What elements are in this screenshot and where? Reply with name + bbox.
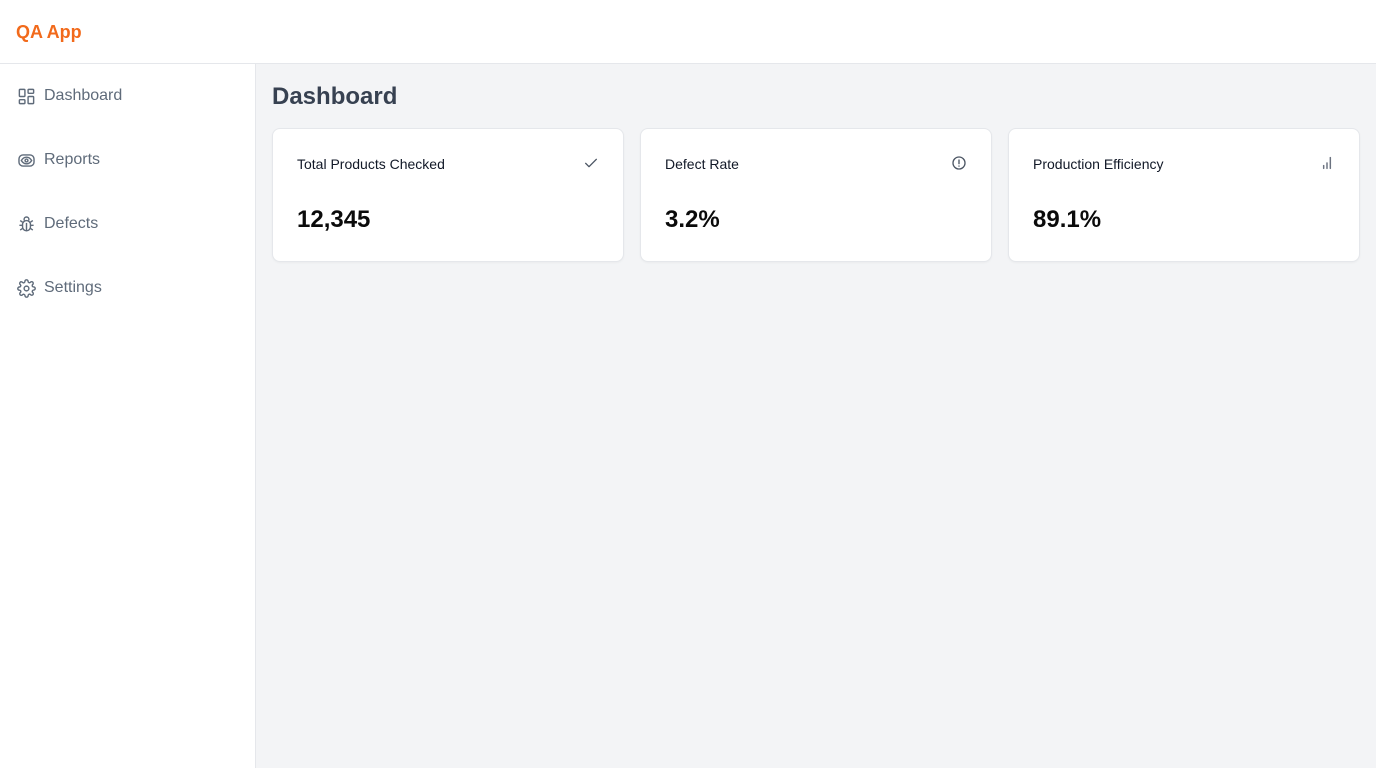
gear-icon	[16, 278, 36, 298]
card-value: 3.2%	[665, 206, 720, 233]
app-brand[interactable]: QA App	[16, 20, 82, 44]
page-title: Dashboard	[272, 83, 398, 110]
sidebar-item-label: Dashboard	[44, 87, 123, 104]
sidebar-item-label: Settings	[44, 279, 102, 296]
card-value: 12,345	[297, 206, 371, 233]
sidebar-item-settings[interactable]: Settings	[16, 272, 240, 304]
card-title: Defect Rate	[665, 156, 739, 172]
bug-icon	[16, 214, 36, 234]
sidebar-item-reports[interactable]: Reports	[16, 144, 240, 176]
main-content: Dashboard Total Products Checked 12,345 …	[256, 64, 1376, 768]
top-bar: QA App	[0, 0, 1376, 64]
alert-circle-icon	[951, 155, 967, 171]
sidebar-item-label: Reports	[44, 151, 101, 168]
bar-chart-icon	[1319, 155, 1335, 171]
sidebar-item-label: Defects	[44, 215, 99, 232]
stat-card-defect-rate: Defect Rate 3.2%	[640, 128, 992, 262]
sidebar: Dashboard Reports Defects Settings	[0, 64, 256, 768]
card-title: Total Products Checked	[297, 156, 445, 172]
stat-card-production-efficiency: Production Efficiency 89.1%	[1008, 128, 1360, 262]
sidebar-item-defects[interactable]: Defects	[16, 208, 240, 240]
card-title: Production Efficiency	[1033, 156, 1164, 172]
card-value: 89.1%	[1033, 206, 1102, 233]
check-icon	[583, 155, 599, 171]
eye-icon	[16, 150, 36, 170]
dashboard-grid-icon	[16, 86, 36, 106]
stat-card-total-products: Total Products Checked 12,345	[272, 128, 624, 262]
sidebar-item-dashboard[interactable]: Dashboard	[16, 80, 240, 112]
